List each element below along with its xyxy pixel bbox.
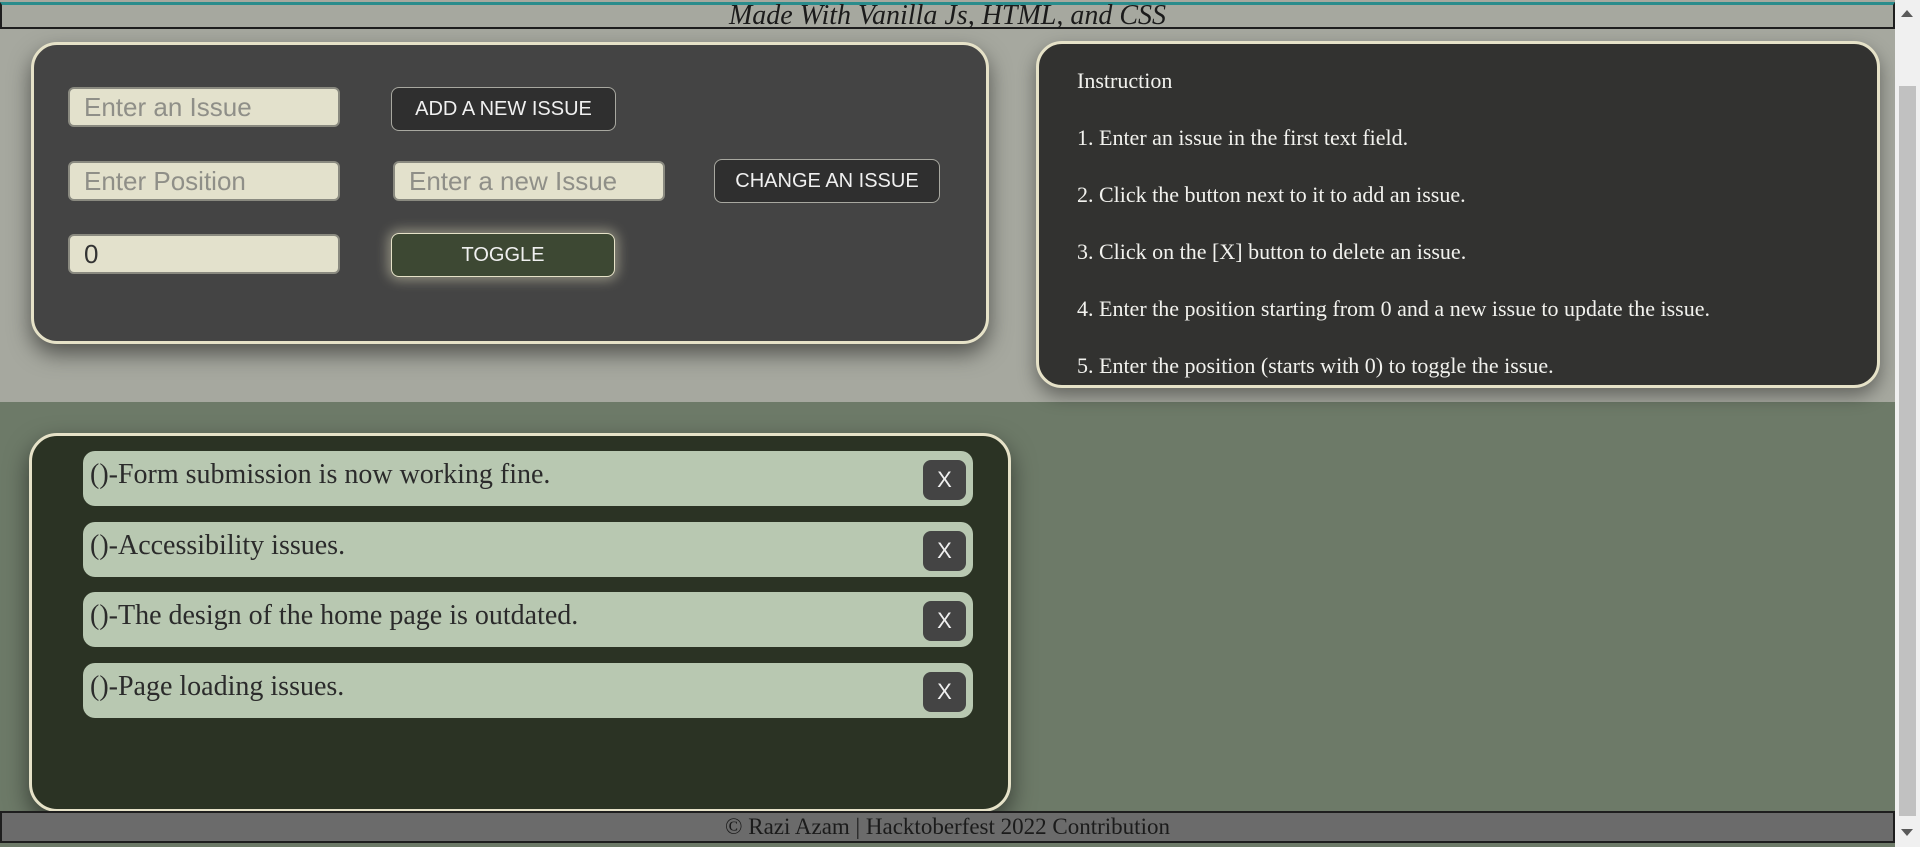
delete-issue-button[interactable]: X	[923, 672, 966, 712]
instruction-panel: Instruction 1. Enter an issue in the fir…	[1036, 41, 1880, 388]
toggle-button[interactable]: TOGGLE	[391, 233, 615, 277]
instruction-step: 2. Click the button next to it to add an…	[1077, 182, 1466, 207]
issue-input[interactable]	[68, 87, 340, 127]
position-input[interactable]	[68, 161, 340, 201]
instruction-title: Instruction	[1077, 68, 1173, 93]
issue-item: ()-Accessibility issues. X	[83, 522, 973, 577]
page-header: Made With Vanilla Js, HTML, and CSS	[0, 0, 1895, 31]
issue-text: ()-Form submission is now working fine.	[90, 459, 551, 490]
change-issue-button[interactable]: CHANGE AN ISSUE	[714, 159, 940, 203]
new-issue-input[interactable]	[393, 161, 665, 201]
change-issue-button-label: CHANGE AN ISSUE	[735, 169, 919, 192]
toggle-button-label: TOGGLE	[461, 243, 545, 266]
toggle-position-input[interactable]	[68, 234, 340, 274]
instruction-step: 5. Enter the position (starts with 0) to…	[1077, 353, 1554, 378]
scrollbar-thumb[interactable]	[1899, 86, 1916, 816]
issue-text: ()-Page loading issues.	[90, 671, 345, 702]
delete-issue-button[interactable]: X	[923, 531, 966, 571]
add-issue-button-label: ADD A NEW ISSUE	[415, 97, 592, 120]
instruction-step: 3. Click on the [X] button to delete an …	[1077, 239, 1467, 264]
vertical-scrollbar[interactable]	[1895, 0, 1920, 847]
issue-item: ()-The design of the home page is outdat…	[83, 592, 973, 647]
issue-item: ()-Form submission is now working fine. …	[83, 451, 973, 506]
add-issue-button[interactable]: ADD A NEW ISSUE	[391, 87, 616, 131]
header-text: Made With Vanilla Js, HTML, and CSS	[728, 0, 1167, 31]
issue-item: ()-Page loading issues. X	[83, 663, 973, 718]
delete-issue-button[interactable]: X	[923, 460, 966, 500]
scroll-up-arrow-icon[interactable]	[1901, 10, 1913, 17]
delete-issue-button[interactable]: X	[923, 601, 966, 641]
page-footer: © Razi Azam | Hacktoberfest 2022 Contrib…	[0, 811, 1895, 843]
issue-text: ()-Accessibility issues.	[90, 530, 346, 561]
issues-panel: ()-Form submission is now working fine. …	[29, 433, 1011, 812]
issue-text: ()-The design of the home page is outdat…	[90, 600, 579, 631]
footer-text: © Razi Azam | Hacktoberfest 2022 Contrib…	[725, 814, 1170, 839]
control-panel: ADD A NEW ISSUE CHANGE AN ISSUE TOGGLE	[31, 42, 989, 344]
scroll-down-arrow-icon[interactable]	[1901, 829, 1913, 836]
instruction-step: 4. Enter the position starting from 0 an…	[1077, 296, 1710, 321]
instruction-step: 1. Enter an issue in the first text fiel…	[1077, 125, 1409, 150]
